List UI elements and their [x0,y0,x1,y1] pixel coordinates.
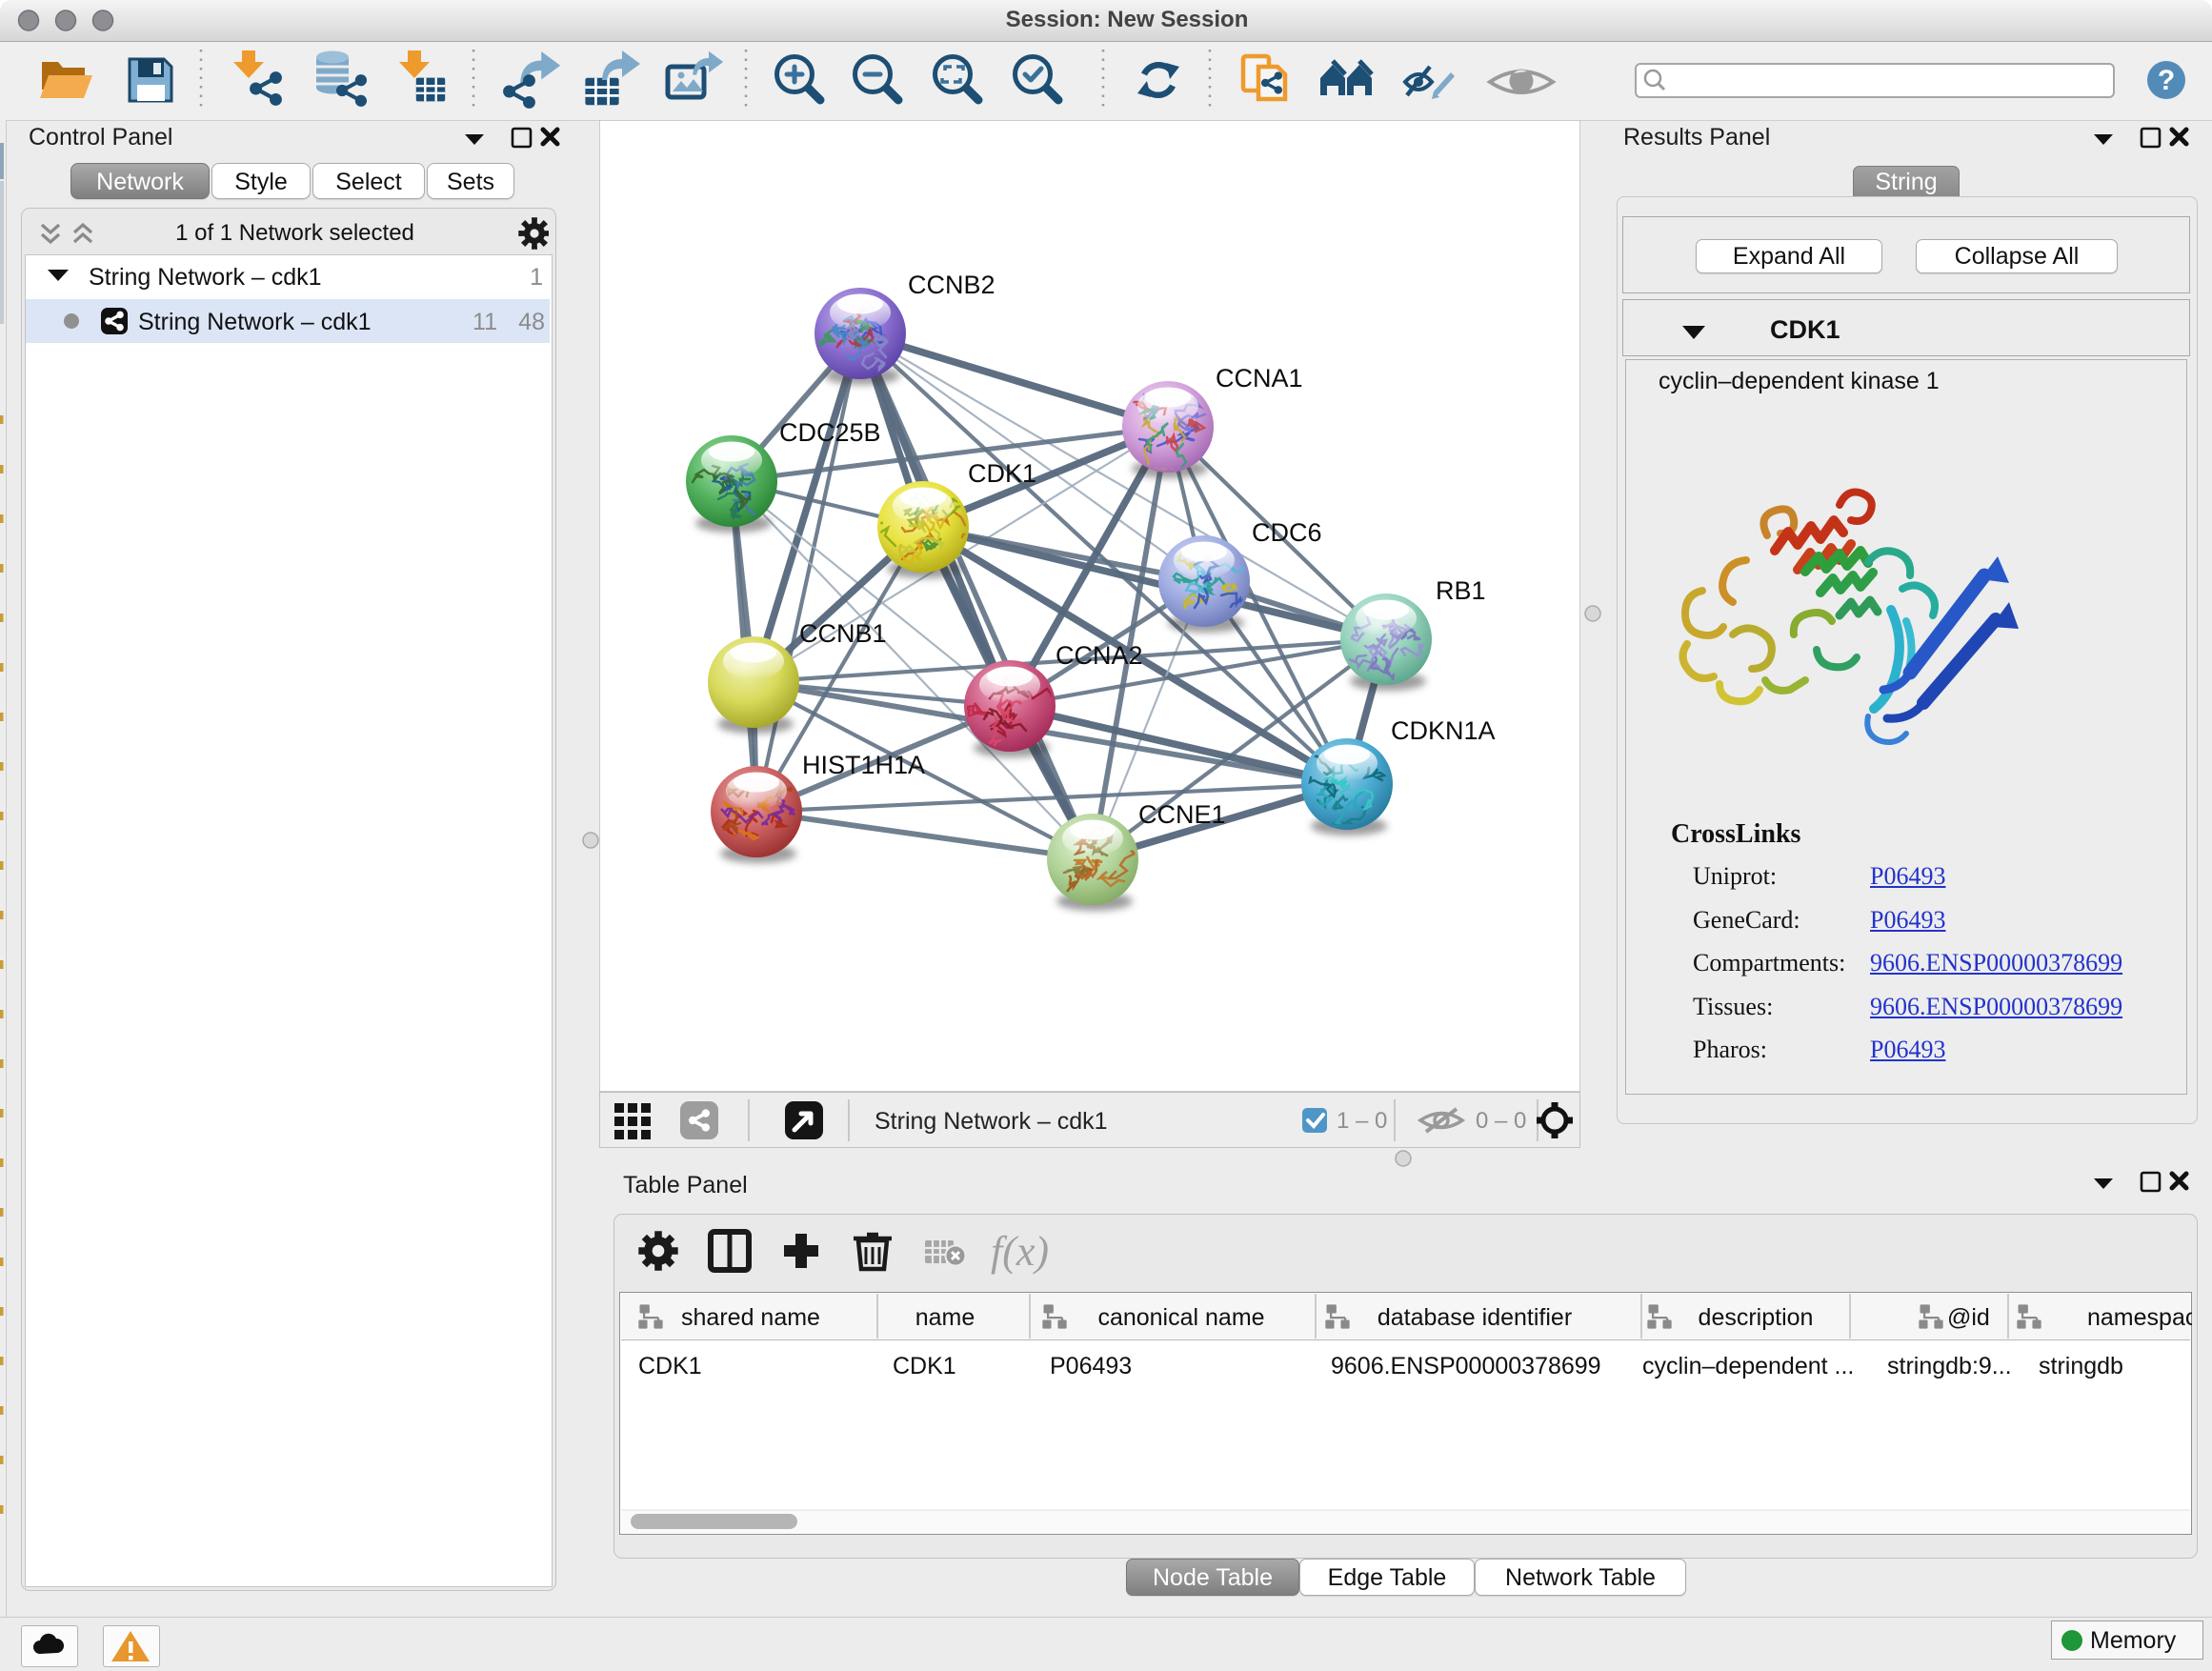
svg-text:CDKN1A: CDKN1A [1391,716,1496,745]
svg-text:CCNA1: CCNA1 [1216,364,1303,393]
svg-text:cyclin–dependent ...: cyclin–dependent ... [1642,1353,1854,1379]
svg-text:CCNB1: CCNB1 [799,619,887,648]
svg-text:9606.ENSP00000378699: 9606.ENSP00000378699 [1331,1353,1601,1379]
svg-text:CDK1: CDK1 [893,1353,956,1379]
svg-text:48: 48 [518,309,545,335]
svg-text:?: ? [2158,65,2175,96]
svg-text:f(x): f(x) [991,1228,1049,1275]
svg-text:CDC25B: CDC25B [779,418,881,447]
svg-text:CDK1: CDK1 [638,1353,702,1379]
svg-text:CCNE1: CCNE1 [1138,800,1226,829]
svg-text:CCNA2: CCNA2 [1056,641,1143,670]
svg-text:String Network – cdk1: String Network – cdk1 [875,1108,1108,1135]
svg-text:P06493: P06493 [1050,1353,1132,1379]
svg-text:0 – 0: 0 – 0 [1476,1108,1526,1134]
svg-text:11: 11 [473,309,497,335]
svg-text:CDC6: CDC6 [1252,518,1322,547]
svg-text:CDK1: CDK1 [968,459,1036,488]
svg-text:String Network – cdk1: String Network – cdk1 [138,309,372,335]
svg-text:stringdb:9...: stringdb:9... [1887,1353,2012,1379]
svg-text:String Network – cdk1: String Network – cdk1 [89,264,322,291]
svg-text:RB1: RB1 [1436,576,1486,605]
svg-text:CCNB2: CCNB2 [908,271,995,299]
svg-text:HIST1H1A: HIST1H1A [802,751,925,779]
svg-text:1 – 0: 1 – 0 [1337,1108,1387,1134]
svg-text:stringdb: stringdb [2039,1353,2123,1379]
svg-text:1: 1 [530,264,543,291]
